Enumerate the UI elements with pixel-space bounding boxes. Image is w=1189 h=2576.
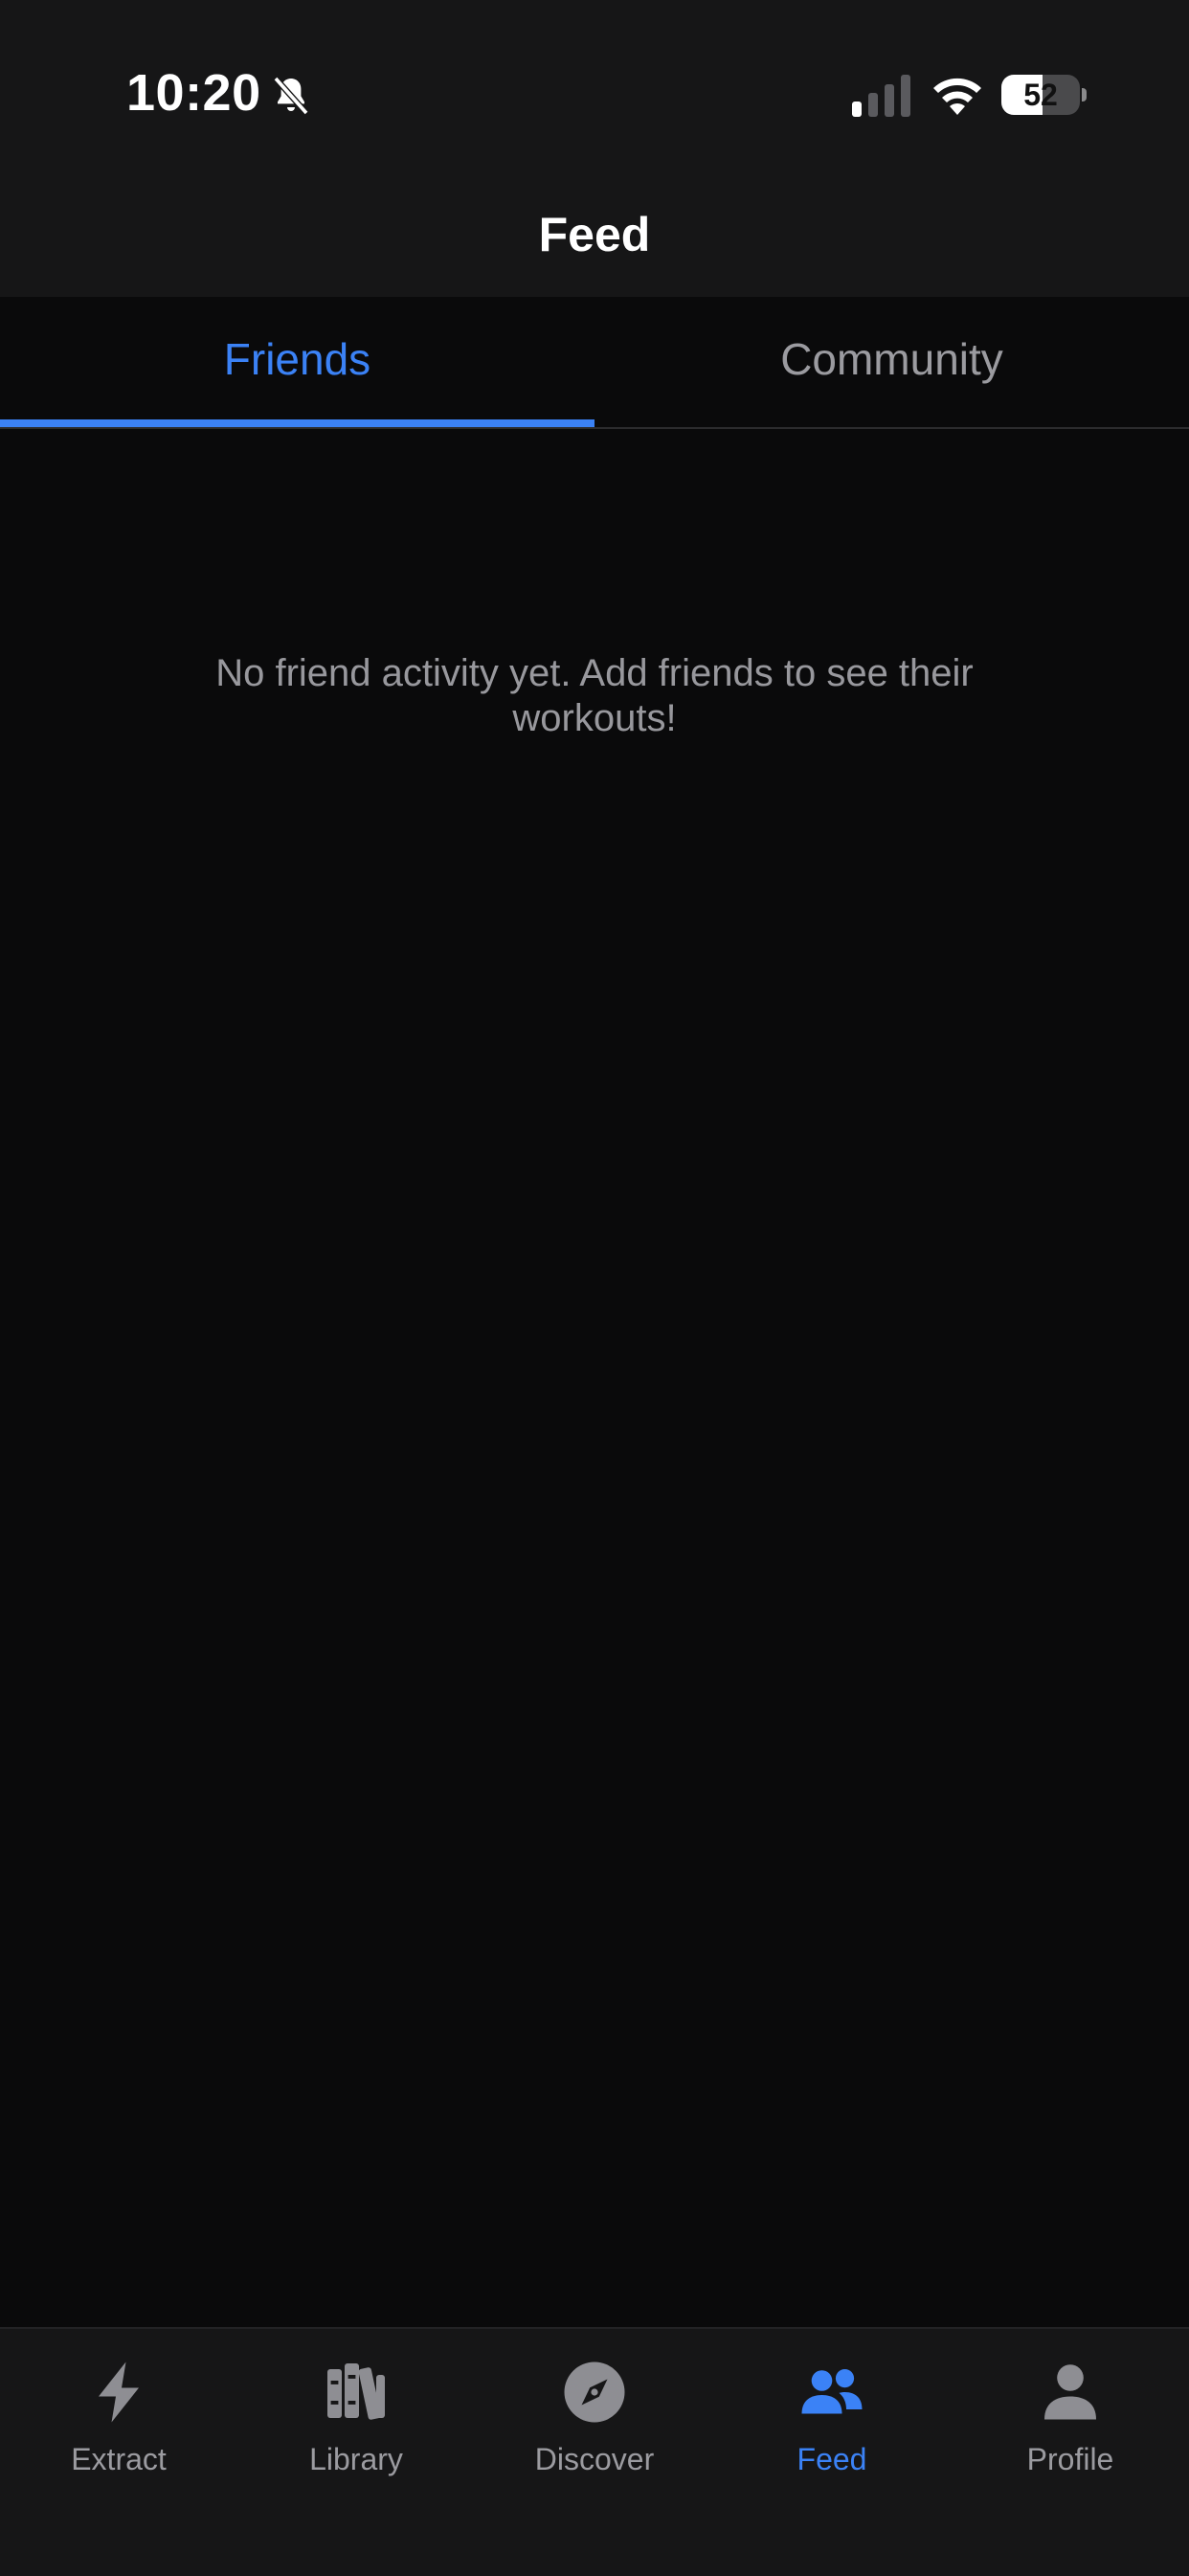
bell-slash-icon <box>273 76 309 116</box>
tab-bar-item-profile[interactable]: Profile <box>952 2348 1189 2492</box>
tab-bar-item-library[interactable]: Library <box>237 2348 475 2492</box>
bottom-tab-bar: Extract Library Discover Feed Profile <box>0 2327 1189 2576</box>
tab-bar-label: Extract <box>71 2442 167 2476</box>
status-time: 10:20 <box>126 64 261 122</box>
feed-tabs: Friends Community <box>0 297 1189 429</box>
person-icon <box>1044 2364 1096 2420</box>
feed-content[interactable]: No friend activity yet. Add friends to s… <box>0 429 1189 2327</box>
tab-bar-label: Feed <box>796 2442 867 2476</box>
status-bar: 10:20 52 <box>0 0 1189 192</box>
battery-icon: 52 <box>1001 75 1087 115</box>
people-icon <box>801 2369 863 2414</box>
tab-bar-label: Profile <box>1026 2442 1114 2476</box>
compass-icon <box>564 2361 625 2423</box>
top-bar: 10:20 52 Feed <box>0 0 1189 297</box>
tab-friends[interactable]: Friends <box>0 297 594 427</box>
books-icon <box>327 2363 385 2420</box>
page-title: Feed <box>538 208 651 261</box>
empty-state-message: No friend activity yet. Add friends to s… <box>215 652 974 739</box>
cellular-signal-icon <box>852 75 910 117</box>
tab-bar-label: Library <box>309 2442 403 2476</box>
active-tab-indicator <box>0 419 594 427</box>
battery-nub <box>1082 88 1087 102</box>
battery-body: 52 <box>1001 75 1080 115</box>
tab-bar-item-extract[interactable]: Extract <box>0 2348 237 2492</box>
tab-bar-item-discover[interactable]: Discover <box>476 2348 713 2492</box>
tab-community[interactable]: Community <box>594 297 1189 427</box>
tab-bar-item-feed[interactable]: Feed <box>713 2348 951 2492</box>
wifi-icon <box>933 78 981 115</box>
tab-bar-label: Discover <box>534 2442 655 2476</box>
battery-level: 52 <box>1023 78 1058 112</box>
lightning-bolt-icon <box>99 2361 139 2423</box>
